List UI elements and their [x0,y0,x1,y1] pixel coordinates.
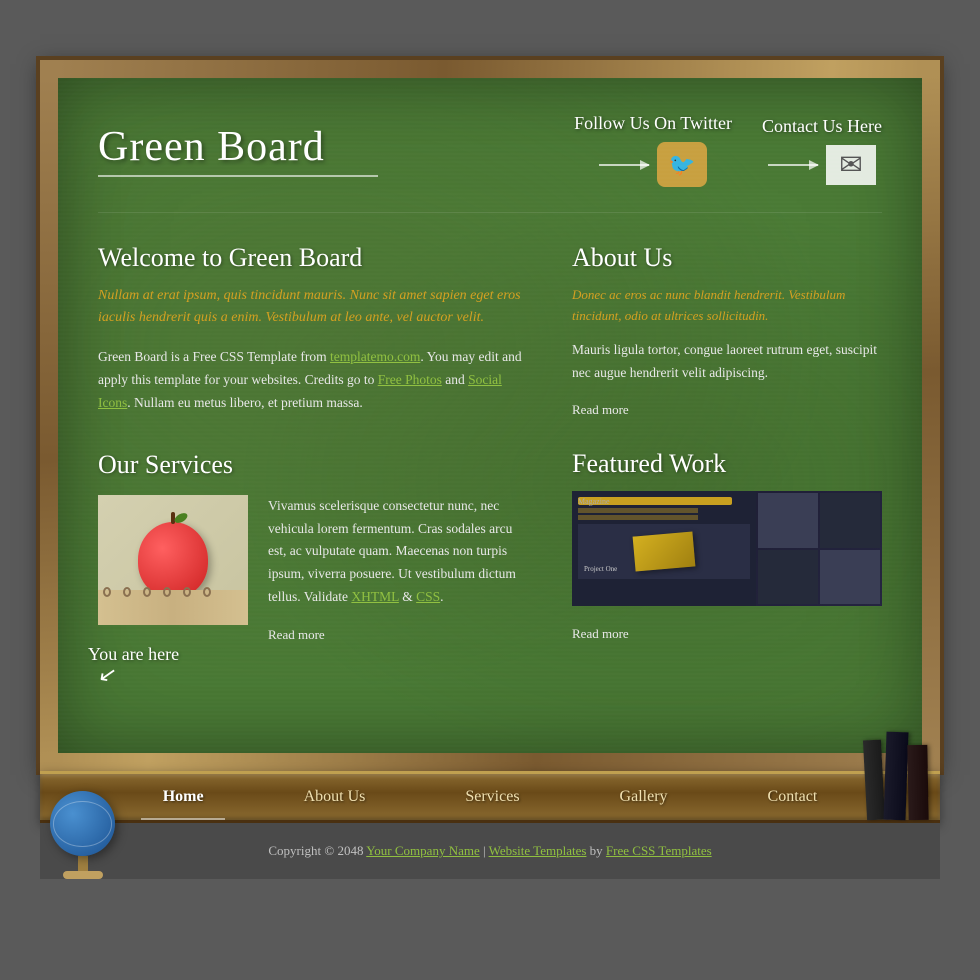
ring [143,587,151,597]
you-are-here-arrow-icon: ↙ [96,661,180,701]
nav-gallery[interactable]: Gallery [570,774,718,820]
book-icon [863,740,885,821]
logo: Green Board [98,123,378,177]
nav-contact[interactable]: Contact [718,774,868,820]
arrow-icon [599,164,649,166]
featured-section: Featured Work Magazine Project One [572,449,882,643]
left-column: Welcome to Green Board Nullam at erat ip… [98,243,532,673]
contact-link[interactable]: Contact Us Here [762,116,882,185]
featured-bar-sm [578,515,698,520]
chalkboard: Green Board Follow Us On Twitter 🐦 Conta… [40,60,940,771]
welcome-intro: Nullam at erat ipsum, quis tincidunt mau… [98,285,532,330]
services-title: Our Services [98,450,532,480]
about-intro: Donec ac eros ac nunc blandit hendrerit.… [572,285,882,327]
contact-arrow [768,145,876,185]
ring [203,587,211,597]
featured-left-panel: Magazine Project One [572,491,756,606]
services-period: . [440,589,443,604]
footer-by: by [586,843,606,858]
css-link[interactable]: CSS [416,589,440,604]
featured-read-more[interactable]: Read more [572,626,629,642]
featured-right-panel [756,491,883,606]
magazine-label: Magazine [578,497,610,506]
contact-label: Contact Us Here [762,116,882,137]
logo-title: Green Board [98,123,378,171]
navbar: Home About Us Services Gallery Contact [40,771,940,823]
free-photos-link[interactable]: Free Photos [378,372,442,387]
right-column: About Us Donec ac eros ac nunc blandit h… [572,243,882,673]
services-section: Our Services [98,450,532,645]
services-read-more[interactable]: Read more [268,627,325,643]
notebook-base [98,590,248,625]
twitter-link[interactable]: Follow Us On Twitter 🐦 [574,113,732,187]
twitter-label: Follow Us On Twitter [574,113,732,134]
services-text: Vivamus scelerisque consectetur nunc, ne… [268,495,532,645]
nav-about[interactable]: About Us [254,774,416,820]
featured-grid-item [758,550,818,605]
ring [163,587,171,597]
services-body: Vivamus scelerisque consectetur nunc, ne… [268,495,532,610]
nav-home[interactable]: Home [113,774,254,820]
welcome-section: Welcome to Green Board Nullam at erat ip… [98,243,532,415]
services-image [98,495,248,625]
featured-grid-item [820,493,880,548]
arrow-icon [768,164,818,166]
logo-underline [98,175,378,177]
about-read-more[interactable]: Read more [572,402,629,418]
book-icon [907,745,928,820]
about-section: About Us Donec ac eros ac nunc blandit h… [572,243,882,419]
welcome-text-4: . Nullam eu metus libero, et pretium mas… [127,395,362,410]
mail-icon [826,145,876,185]
about-title: About Us [572,243,882,273]
main-content: Welcome to Green Board Nullam at erat ip… [98,243,882,673]
globe-base [63,871,103,879]
xhtml-link[interactable]: XHTML [351,589,399,604]
company-name-link[interactable]: Your Company Name [366,843,480,858]
books-decoration [860,730,930,820]
header-right: Follow Us On Twitter 🐦 Contact Us Here [574,113,882,187]
featured-card: Project One [578,524,750,579]
welcome-body: Green Board is a Free CSS Template from … [98,346,532,415]
globe-stand [78,856,88,871]
featured-grid-item [758,493,818,548]
footer-copyright: Copyright © 2048 [268,843,366,858]
website-templates-link[interactable]: Website Templates [489,843,587,858]
apple-image [98,495,248,625]
globe-icon [50,791,115,856]
apple-leaf [173,511,189,525]
twitter-icon: 🐦 [657,142,707,187]
globe-decoration [50,791,115,879]
footer: Copyright © 2048 Your Company Name | Web… [40,823,940,879]
book-icon [883,732,908,821]
project-label: Project One [584,565,617,573]
featured-grid-item [820,550,880,605]
featured-card-gold [632,532,695,572]
welcome-text-3: and [442,372,468,387]
featured-inner: Magazine Project One [572,491,882,606]
welcome-text-1: Green Board is a Free CSS Template from [98,349,330,364]
notebook-rings [103,587,211,597]
featured-title: Featured Work [572,449,882,479]
ring [183,587,191,597]
you-are-here: You are here ↙ [88,644,179,693]
nav-services[interactable]: Services [415,774,569,820]
ring [123,587,131,597]
twitter-arrow: 🐦 [599,142,707,187]
free-css-link[interactable]: Free CSS Templates [606,843,712,858]
about-body: Mauris ligula tortor, congue laoreet rut… [572,339,882,385]
footer-separator: | [480,843,489,858]
welcome-title: Welcome to Green Board [98,243,532,273]
templatemo-link[interactable]: templatemo.com [330,349,420,364]
services-content: Vivamus scelerisque consectetur nunc, ne… [98,495,532,645]
ring [103,587,111,597]
header: Green Board Follow Us On Twitter 🐦 Conta… [98,98,882,213]
services-amp: & [399,589,416,604]
featured-bar-sm [578,508,698,513]
featured-image: Magazine Project One [572,491,882,606]
